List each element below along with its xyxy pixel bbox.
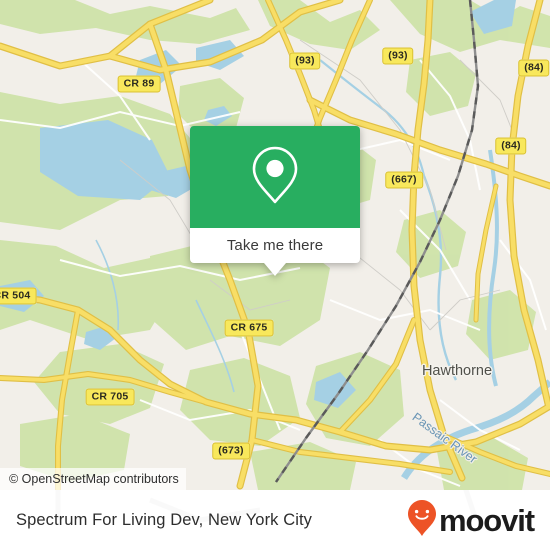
place-label-hawthorne: Hawthorne [421, 363, 493, 379]
location-popup-card[interactable]: Take me there [190, 126, 360, 276]
moovit-logo[interactable]: moovit [407, 499, 535, 542]
map-pin-icon [249, 144, 301, 211]
road-shield: (93) [289, 52, 321, 70]
osm-attribution[interactable]: © OpenStreetMap contributors [0, 468, 186, 490]
road-shield: CR 89 [117, 75, 161, 93]
footer-bar: Spectrum For Living Dev, New York City m… [0, 490, 550, 550]
road-shield: CR 675 [224, 319, 274, 337]
page-title: Spectrum For Living Dev, New York City [16, 510, 313, 529]
road-shield: (673) [212, 442, 250, 460]
road-shield: (93) [382, 47, 414, 65]
popup-action-area[interactable]: Take me there [190, 228, 360, 276]
road-shield: CR 504 [0, 287, 37, 305]
road-shield: (84) [518, 59, 550, 77]
moovit-map-screenshot: CR 89 (93) (93) (84) (84) (667) CR 504 C… [0, 0, 550, 550]
moovit-pin-smile-icon [407, 499, 437, 542]
popup-image-area [190, 126, 360, 228]
road-shield: (84) [495, 137, 527, 155]
moovit-wordmark: moovit [438, 502, 535, 538]
take-me-there-label: Take me there [226, 237, 324, 254]
popup-pointer-arrow [264, 263, 286, 276]
road-shield: (667) [385, 171, 423, 189]
road-shield: CR 705 [85, 388, 135, 406]
